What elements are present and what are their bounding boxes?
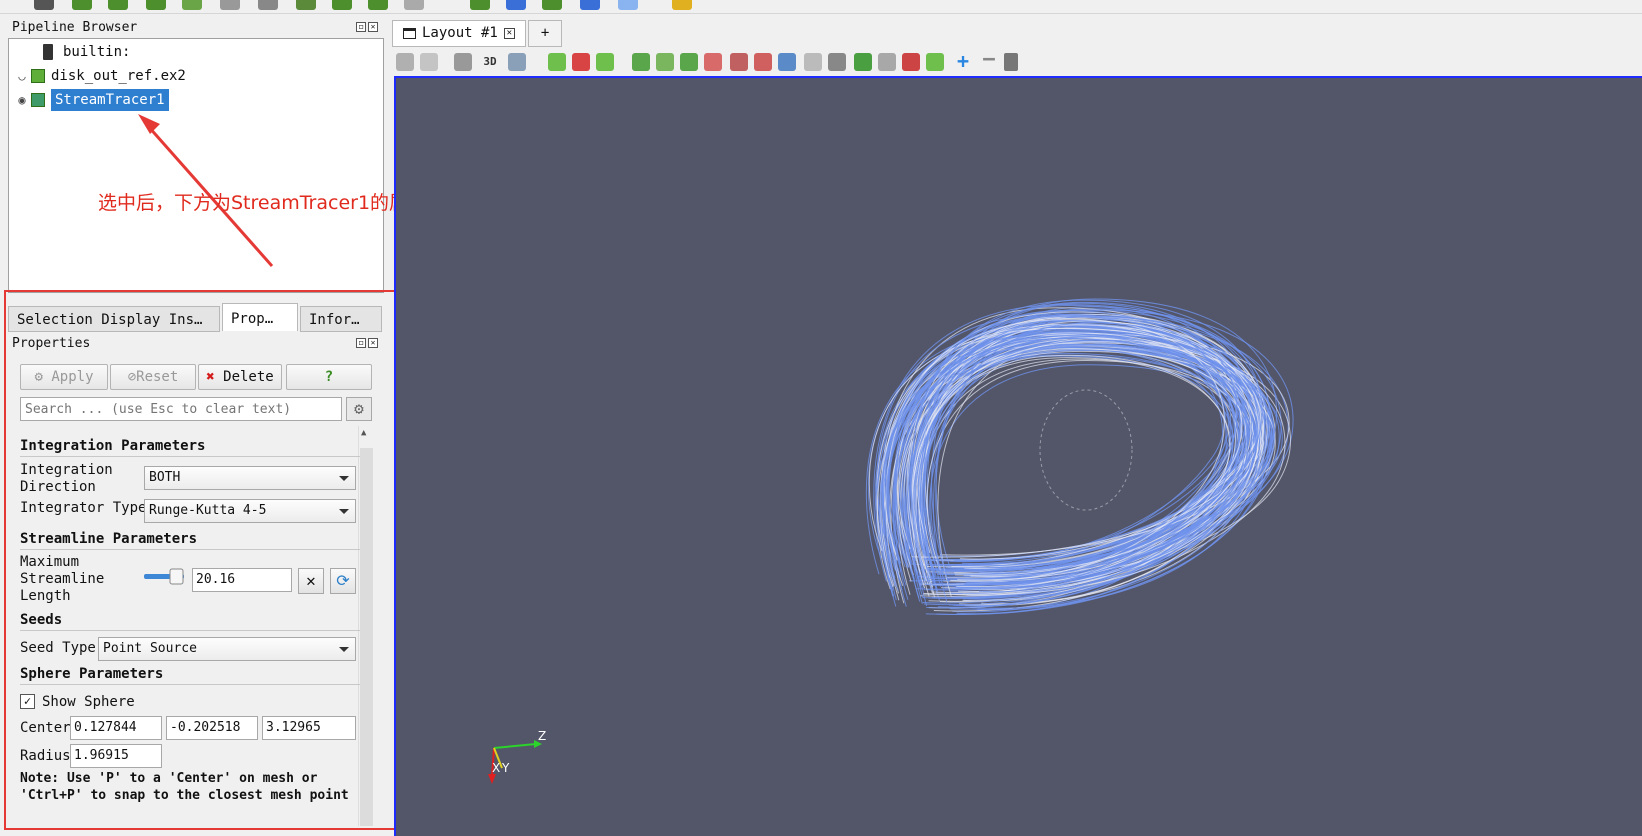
triangle-icon[interactable] bbox=[854, 53, 872, 71]
scroll-up-icon[interactable]: ▲ bbox=[361, 428, 366, 438]
center-z-field[interactable]: 3.12965 bbox=[262, 716, 356, 740]
seed-type-select[interactable]: Point Source bbox=[98, 637, 356, 661]
select-blocks-icon[interactable] bbox=[704, 53, 722, 71]
max-length-slider[interactable] bbox=[144, 568, 186, 586]
chart-icon[interactable] bbox=[580, 0, 600, 10]
streamline-header: Streamline Parameters bbox=[20, 531, 198, 547]
select-frustum-icon[interactable] bbox=[680, 53, 698, 71]
integration-direction-label: Integration Direction bbox=[20, 462, 113, 495]
show-sphere-label: Show Sphere bbox=[42, 694, 135, 710]
integrator-type-select[interactable]: Runge-Kutta 4-5 bbox=[144, 499, 356, 523]
integration-direction-select[interactable]: BOTH bbox=[144, 466, 356, 490]
toolbar-icon[interactable] bbox=[368, 0, 388, 10]
view-toolbar: 3D + − bbox=[392, 49, 1642, 74]
radius-label: Radius bbox=[20, 748, 71, 764]
integration-header: Integration Parameters bbox=[20, 438, 206, 454]
extract-icon[interactable] bbox=[828, 53, 846, 71]
camera-redo-icon[interactable] bbox=[420, 53, 438, 71]
reset-value-x-icon[interactable]: ✕ bbox=[298, 568, 324, 594]
tab-layout-1[interactable]: Layout #1 ✕ bbox=[392, 20, 526, 47]
zoom-to-box-icon[interactable] bbox=[508, 53, 526, 71]
integrator-type-label: Integrator Type bbox=[20, 500, 147, 516]
trash-icon[interactable] bbox=[1004, 53, 1018, 71]
center-y-field[interactable]: -0.202518 bbox=[166, 716, 258, 740]
interactive-select-icon[interactable] bbox=[754, 53, 772, 71]
close-icon[interactable]: ✕ bbox=[368, 22, 378, 32]
chevron-down-icon bbox=[339, 647, 349, 652]
plus-icon[interactable]: + bbox=[954, 51, 972, 71]
center-label: Center bbox=[20, 720, 71, 736]
axis-x-label: X bbox=[492, 761, 500, 775]
center-x-field[interactable]: 0.127844 bbox=[70, 716, 162, 740]
reset-camera-icon[interactable] bbox=[396, 53, 414, 71]
properties-scrollbar[interactable]: ▲ bbox=[358, 426, 374, 826]
close-icon[interactable]: ✕ bbox=[368, 338, 378, 348]
toggle-3d-button[interactable]: 3D bbox=[480, 53, 500, 71]
chevron-down-icon bbox=[339, 509, 349, 514]
select-polygon-icon[interactable] bbox=[730, 53, 748, 71]
max-streamline-length-label: Maximum Streamline Length bbox=[20, 554, 105, 604]
sphere-header: Sphere Parameters bbox=[20, 666, 164, 682]
axis-y-label: Y bbox=[501, 761, 510, 775]
max-length-field[interactable]: 20.16 bbox=[192, 568, 292, 592]
radius-field[interactable]: 1.96915 bbox=[70, 744, 162, 768]
edges-icon[interactable] bbox=[878, 53, 896, 71]
chart-icon[interactable] bbox=[506, 0, 526, 10]
remove-icon[interactable] bbox=[572, 53, 590, 71]
seed-type-label: Seed Type bbox=[20, 640, 96, 656]
hover-icon[interactable] bbox=[778, 53, 796, 71]
toolbar-icon[interactable] bbox=[618, 0, 638, 10]
seeds-header: Seeds bbox=[20, 612, 63, 628]
render-viewport[interactable]: Z X Y bbox=[394, 76, 1642, 836]
close-icon[interactable]: ✕ bbox=[503, 28, 515, 39]
toolbar-icon[interactable] bbox=[542, 0, 562, 10]
axis-z-label: Z bbox=[538, 729, 546, 743]
properties-content: Integration Parameters Integration Direc… bbox=[20, 0, 360, 836]
select-icon[interactable] bbox=[596, 53, 614, 71]
refresh-icon[interactable]: ⟳ bbox=[330, 568, 356, 594]
add-layout-button[interactable]: + bbox=[527, 20, 563, 47]
toolbar-icon[interactable] bbox=[470, 0, 490, 10]
ruler-icon[interactable] bbox=[672, 0, 692, 10]
orientation-axes: Z X Y bbox=[488, 729, 546, 784]
select-cells-icon[interactable] bbox=[632, 53, 650, 71]
chevron-down-icon bbox=[339, 476, 349, 481]
grow-icon[interactable] bbox=[804, 53, 822, 71]
select-points-icon[interactable] bbox=[656, 53, 674, 71]
minus-icon[interactable]: − bbox=[980, 49, 998, 71]
add-icon[interactable] bbox=[548, 53, 566, 71]
query-alt-icon[interactable] bbox=[926, 53, 944, 71]
toolbar-icon[interactable] bbox=[404, 0, 424, 10]
screenshot-icon[interactable] bbox=[454, 53, 472, 71]
window-icon bbox=[403, 28, 416, 39]
show-sphere-checkbox[interactable]: ✓ bbox=[20, 694, 35, 709]
layout-tabbar: Layout #1 ✕ + bbox=[392, 20, 564, 47]
query-icon[interactable] bbox=[902, 53, 920, 71]
snap-note: Note: Use 'P' to a 'Center' on mesh or '… bbox=[20, 771, 349, 803]
